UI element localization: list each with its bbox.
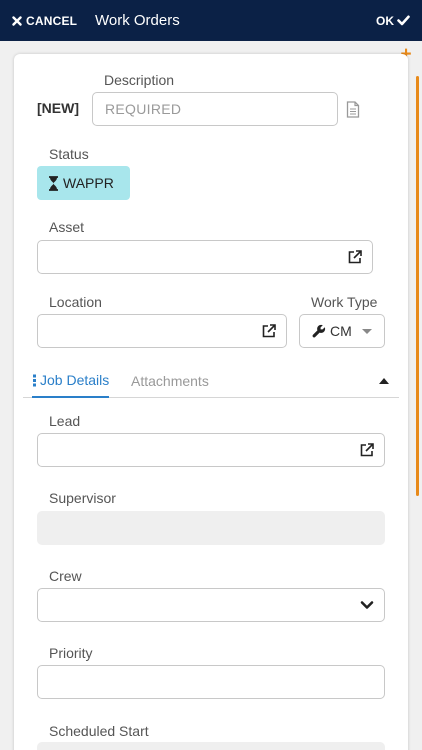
external-link-icon[interactable] [359, 442, 375, 458]
page-title: Work Orders [95, 12, 180, 29]
worktype-label: Work Type [311, 294, 378, 310]
top-bar: CANCEL Work Orders OK [0, 0, 422, 41]
tab-job-details[interactable]: Job Details [32, 364, 110, 398]
worktype-select[interactable]: CM [299, 314, 385, 348]
new-record-tag: [NEW] [37, 100, 79, 116]
asset-label: Asset [49, 219, 85, 235]
priority-label: Priority [49, 645, 93, 661]
supervisor-label: Supervisor [49, 490, 116, 506]
scroll-indicator[interactable] [416, 76, 419, 496]
status-value: WAPPR [63, 175, 114, 191]
location-label: Location [49, 294, 102, 310]
crew-select[interactable] [37, 588, 385, 622]
cancel-label: CANCEL [26, 13, 78, 28]
priority-input[interactable] [37, 665, 385, 699]
hourglass-icon [49, 175, 58, 191]
document-icon[interactable] [346, 101, 360, 118]
wrench-icon [312, 324, 326, 338]
status-badge[interactable]: WAPPR [37, 166, 130, 200]
lead-label: Lead [49, 413, 81, 429]
vertical-ellipsis-icon [33, 374, 36, 386]
close-icon [12, 15, 22, 26]
ok-button[interactable]: OK [376, 0, 410, 41]
status-label: Status [49, 146, 89, 162]
chevron-down-icon [360, 601, 374, 609]
tab-attachments[interactable]: Attachments [131, 364, 209, 397]
supervisor-field [37, 511, 385, 545]
crew-label: Crew [49, 568, 82, 584]
worktype-value: CM [330, 323, 352, 339]
caret-up-icon[interactable] [379, 378, 389, 384]
location-input[interactable] [37, 314, 287, 348]
external-link-icon[interactable] [347, 249, 363, 265]
caret-down-icon [362, 329, 372, 334]
detail-tabs: Job Details Attachments [23, 364, 399, 398]
scheduled-start-label: Scheduled Start [49, 723, 149, 739]
external-link-icon[interactable] [261, 323, 277, 339]
description-input[interactable]: REQUIRED [92, 92, 338, 126]
asset-input[interactable] [37, 240, 373, 274]
cancel-button[interactable]: CANCEL [12, 0, 77, 41]
tab-attachments-label: Attachments [131, 372, 209, 389]
ok-label: OK [376, 13, 394, 28]
description-label: Description [104, 72, 175, 88]
tab-job-details-label: Job Details [40, 372, 110, 388]
scheduled-start-field[interactable] [37, 742, 385, 750]
checkmark-icon [397, 15, 410, 26]
description-placeholder: REQUIRED [105, 101, 182, 117]
lead-input[interactable] [37, 433, 385, 467]
